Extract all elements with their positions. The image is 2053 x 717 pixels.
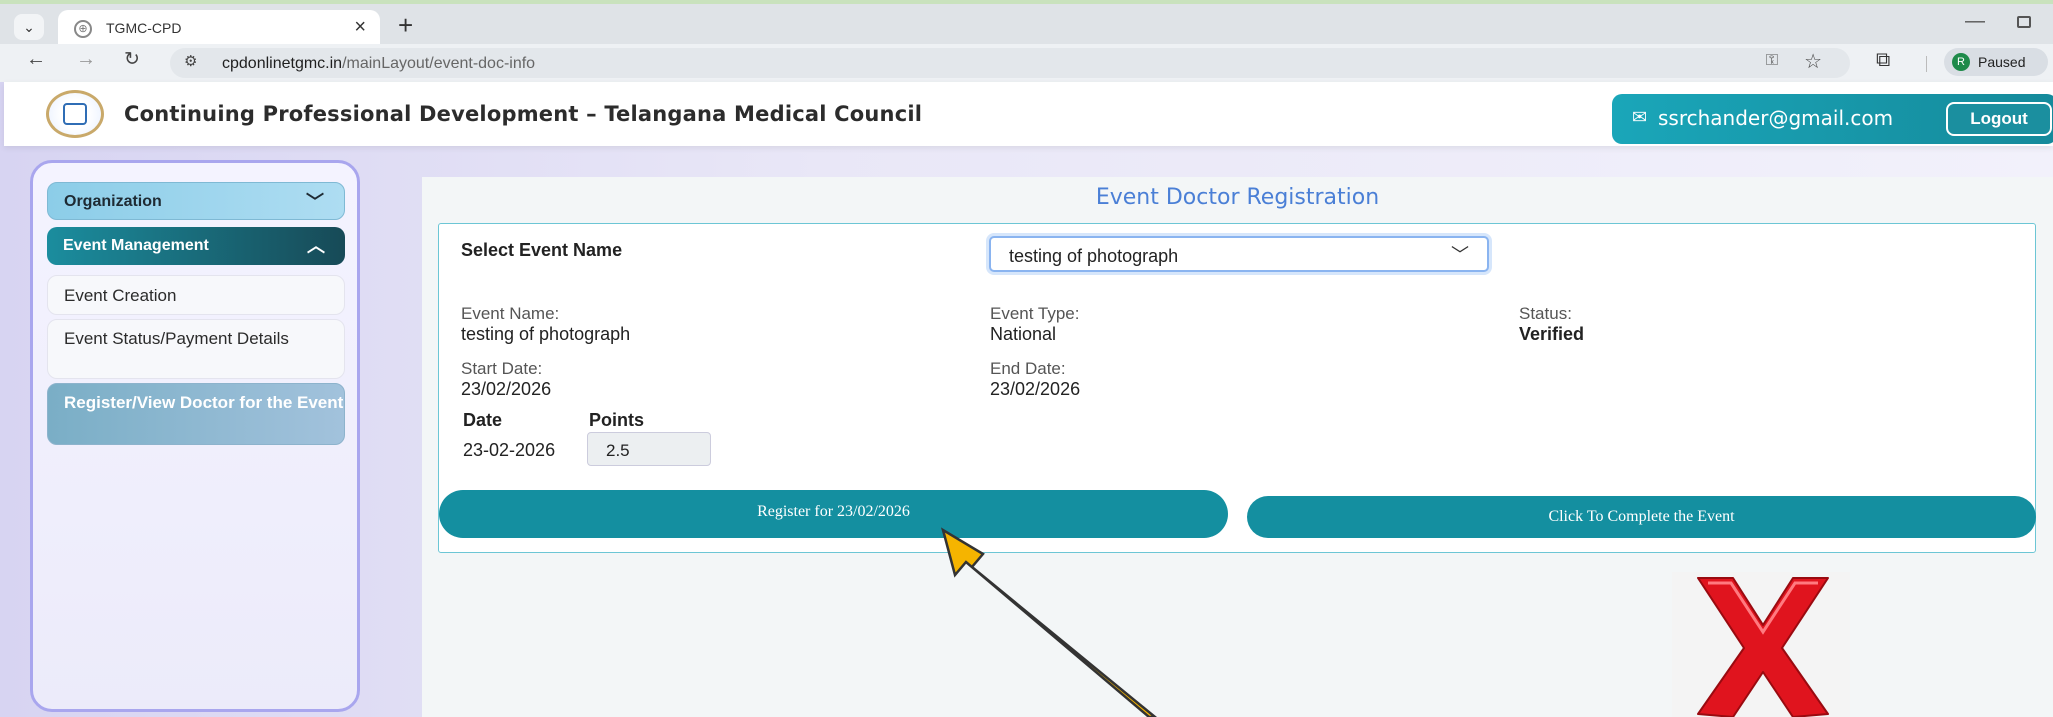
start-date-value: 23/02/2026 bbox=[461, 379, 552, 399]
sidebar-item-event-creation[interactable]: Event Creation bbox=[47, 275, 345, 315]
star-icon[interactable]: ☆ bbox=[1804, 49, 1822, 74]
event-type-label: Event Type: bbox=[990, 304, 1080, 323]
browser-tab-bar: ⌄ ⊕ TGMC-CPD × + — bbox=[0, 0, 2053, 46]
forward-icon[interactable]: → bbox=[76, 48, 96, 71]
sidebar-item-event-management[interactable]: Event Management ︿ bbox=[47, 227, 345, 265]
logout-button[interactable]: Logout bbox=[1946, 102, 2052, 136]
sidebar-item-register-doctor[interactable]: Register/View Doctor for the Event bbox=[47, 383, 345, 445]
minimize-icon[interactable]: — bbox=[1965, 10, 1985, 33]
site-settings-icon[interactable]: ⚙ bbox=[184, 52, 197, 70]
sidebar-item-label: Event Management bbox=[63, 237, 209, 254]
date-column-header: Date bbox=[463, 410, 503, 430]
browser-tab[interactable]: ⊕ TGMC-CPD × bbox=[58, 10, 380, 46]
browser-toolbar: ← → ↻ ⚙ cpdonlinetgmc.in/mainLayout/even… bbox=[0, 44, 2053, 82]
reload-icon[interactable]: ↻ bbox=[124, 48, 140, 71]
chevron-down-icon: ﹀ bbox=[306, 192, 324, 212]
section-title: Event Doctor Registration bbox=[1095, 185, 1380, 210]
url-text: cpdonlinetgmc.in/mainLayout/event-doc-in… bbox=[222, 55, 536, 72]
page: Continuing Professional Development – Te… bbox=[0, 82, 2053, 717]
points-field[interactable]: 2.5 bbox=[587, 432, 711, 466]
password-key-icon[interactable]: ⚿ bbox=[1766, 52, 1778, 70]
globe-icon: ⊕ bbox=[74, 20, 92, 38]
tab-title: TGMC-CPD bbox=[106, 20, 182, 36]
selected-event: testing of photograph bbox=[1009, 246, 1179, 266]
page-title: Continuing Professional Development – Te… bbox=[124, 102, 923, 126]
points-value: 2.5 bbox=[606, 441, 630, 460]
sidebar-item-label: Register/View Doctor for the Event bbox=[64, 393, 344, 412]
avatar: R bbox=[1952, 53, 1970, 71]
sidebar-item-label: Organization bbox=[64, 193, 162, 210]
profile-status: Paused bbox=[1978, 54, 2026, 70]
end-date-label: End Date: bbox=[990, 359, 1066, 378]
chevron-up-icon: ︿ bbox=[307, 236, 325, 256]
user-email: ssrchander@gmail.com bbox=[1658, 106, 1894, 130]
event-name-label: Event Name: bbox=[461, 304, 560, 323]
status-label: Status: bbox=[1519, 304, 1572, 323]
new-tab-button[interactable]: + bbox=[398, 10, 413, 41]
restore-icon[interactable] bbox=[2017, 16, 2031, 28]
tab-menu-icon[interactable]: ⌄ bbox=[14, 14, 44, 40]
end-date-value: 23/02/2026 bbox=[990, 379, 1081, 399]
sidebar-item-event-status[interactable]: Event Status/Payment Details bbox=[47, 319, 345, 379]
close-tab-icon[interactable]: × bbox=[354, 16, 366, 39]
select-event-label: Select Event Name bbox=[461, 240, 623, 260]
status-value: Verified bbox=[1519, 324, 1585, 344]
council-logo bbox=[46, 90, 104, 138]
toolbar-divider bbox=[1926, 56, 1927, 72]
points-column-header: Points bbox=[589, 410, 645, 430]
complete-event-button[interactable]: Click To Complete the Event bbox=[1247, 496, 2036, 538]
start-date-label: Start Date: bbox=[461, 359, 543, 378]
user-panel: ✉ ssrchander@gmail.com Logout bbox=[1612, 94, 2053, 144]
main-content: Event Doctor Registration Select Event N… bbox=[422, 177, 2053, 717]
register-button[interactable]: Register for 23/02/2026 bbox=[439, 490, 1228, 538]
event-name-value: testing of photograph bbox=[461, 324, 631, 344]
event-name-select[interactable]: testing of photograph ﹀ bbox=[989, 236, 1489, 272]
extensions-icon[interactable]: ⧉ bbox=[1876, 49, 1890, 72]
event-type-value: National bbox=[990, 324, 1057, 344]
sidebar: Organization ﹀ Event Management ︿ Event … bbox=[30, 160, 360, 712]
sidebar-item-organization[interactable]: Organization ﹀ bbox=[47, 182, 345, 220]
back-icon[interactable]: ← bbox=[26, 48, 46, 71]
event-card: Select Event Name testing of photograph … bbox=[438, 223, 2036, 553]
mail-icon: ✉ bbox=[1632, 107, 1648, 127]
profile-button[interactable]: R Paused bbox=[1944, 48, 2048, 76]
sidebar-item-label: Event Creation bbox=[64, 286, 177, 305]
address-bar[interactable]: ⚙ cpdonlinetgmc.in/mainLayout/event-doc-… bbox=[170, 48, 1850, 78]
chevron-down-icon: ﹀ bbox=[1451, 245, 1469, 265]
points-row-date: 23-02-2026 bbox=[463, 440, 556, 460]
site-header: Continuing Professional Development – Te… bbox=[4, 82, 2053, 146]
sidebar-item-label: Event Status/Payment Details bbox=[64, 329, 289, 348]
